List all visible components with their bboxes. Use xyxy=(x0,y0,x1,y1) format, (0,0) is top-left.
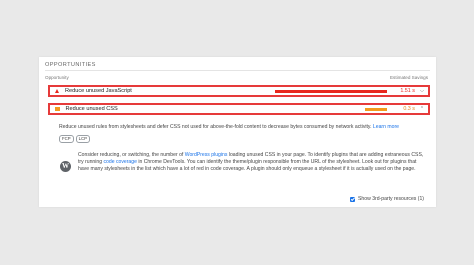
chevron-up-icon[interactable]: ⌃ xyxy=(419,106,425,112)
savings-value: 1.51 s xyxy=(400,88,415,94)
opportunity-label: Reduce unused CSS xyxy=(65,106,118,112)
opportunity-row-unused-js[interactable]: Reduce unused JavaScript 1.51 s ⌵ xyxy=(48,85,430,97)
opportunities-card: OPPORTUNITIES Opportunity Estimated Savi… xyxy=(39,57,436,207)
section-title: OPPORTUNITIES xyxy=(45,62,96,68)
wordpress-tip: Consider reducing, or switching, the num… xyxy=(78,152,426,174)
third-party-toggle[interactable]: Show 3rd-party resources (1) xyxy=(350,196,424,202)
checkbox-checked-icon[interactable] xyxy=(350,196,356,202)
divider xyxy=(45,70,430,71)
chevron-down-icon[interactable]: ⌵ xyxy=(419,88,425,94)
column-header-opportunity: Opportunity xyxy=(45,75,69,80)
opportunity-description: Reduce unused rules from stylesheets and… xyxy=(59,124,426,131)
savings-value: 0.3 s xyxy=(403,106,415,112)
third-party-label: Show 3rd-party resources (1) xyxy=(358,196,424,202)
savings-bar-fill xyxy=(364,107,387,111)
learn-more-link[interactable]: Learn more xyxy=(373,124,399,130)
metric-chip-fcp: FCP xyxy=(59,135,74,143)
average-square-icon xyxy=(55,106,60,112)
opportunity-row-unused-css[interactable]: Reduce unused CSS 0.3 s ⌃ xyxy=(48,103,430,115)
metric-chips: FCP LCP xyxy=(59,135,90,143)
metric-chip-lcp: LCP xyxy=(75,135,90,143)
column-header-savings: Estimated Savings xyxy=(389,75,428,80)
warning-triangle-icon xyxy=(55,89,59,93)
savings-bar xyxy=(275,89,387,93)
wordpress-logo-icon: W xyxy=(60,161,71,172)
wordpress-plugins-link[interactable]: WordPress plugins xyxy=(185,152,228,158)
tip-text: Consider reducing, or switching, the num… xyxy=(78,152,185,158)
savings-bar xyxy=(275,107,387,111)
code-coverage-link[interactable]: code coverage xyxy=(103,159,136,165)
description-text: Reduce unused rules from stylesheets and… xyxy=(59,124,372,130)
opportunity-label: Reduce unused JavaScript xyxy=(65,88,132,94)
savings-bar-fill xyxy=(275,89,387,93)
